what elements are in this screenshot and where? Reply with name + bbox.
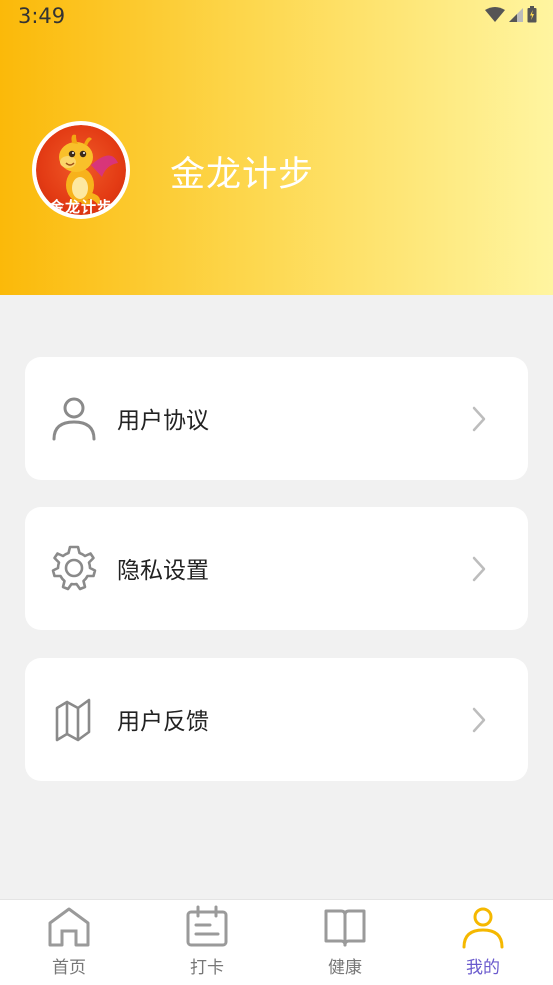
menu-item-user-feedback[interactable]: 用户反馈 [25, 658, 528, 781]
gear-icon [51, 545, 97, 591]
status-icons [485, 6, 537, 23]
menu-item-label: 用户反馈 [117, 709, 209, 735]
book-icon [324, 909, 366, 947]
map-icon [55, 698, 91, 742]
nav-label: 首页 [52, 958, 86, 978]
nav-label: 健康 [328, 958, 362, 978]
menu-item-user-agreement[interactable]: 用户协议 [25, 357, 528, 480]
nav-item-checkin[interactable]: 打卡 [138, 900, 276, 985]
avatar-caption: 金龙计步 [48, 198, 114, 215]
avatar-image: 金龙计步 [36, 125, 126, 215]
status-bar: 3:49 [0, 0, 553, 34]
wifi-icon [485, 6, 505, 22]
chevron-right-icon [472, 707, 486, 733]
user-icon [52, 397, 96, 441]
calendar-icon [186, 905, 228, 947]
chevron-right-icon [472, 556, 486, 582]
battery-icon [527, 6, 537, 23]
menu-item-privacy-settings[interactable]: 隐私设置 [25, 507, 528, 630]
nav-item-mine[interactable]: 我的 [414, 900, 552, 985]
chevron-right-icon [472, 406, 486, 432]
status-time: 3:49 [18, 4, 66, 28]
home-icon [48, 907, 90, 947]
nav-item-home[interactable]: 首页 [0, 900, 138, 985]
person-icon [462, 907, 504, 949]
signal-icon [509, 7, 523, 22]
nav-item-health[interactable]: 健康 [276, 900, 414, 985]
menu-item-label: 用户协议 [117, 408, 209, 434]
nav-label: 打卡 [190, 958, 224, 978]
menu-item-label: 隐私设置 [117, 558, 209, 584]
app-name: 金龙计步 [170, 155, 315, 195]
profile-header: 3:49 金龙计步 金龙计步 [0, 0, 553, 295]
bottom-nav: 首页 打卡 健康 我的 [0, 899, 553, 985]
nav-label: 我的 [466, 958, 500, 978]
avatar[interactable]: 金龙计步 [32, 121, 130, 219]
